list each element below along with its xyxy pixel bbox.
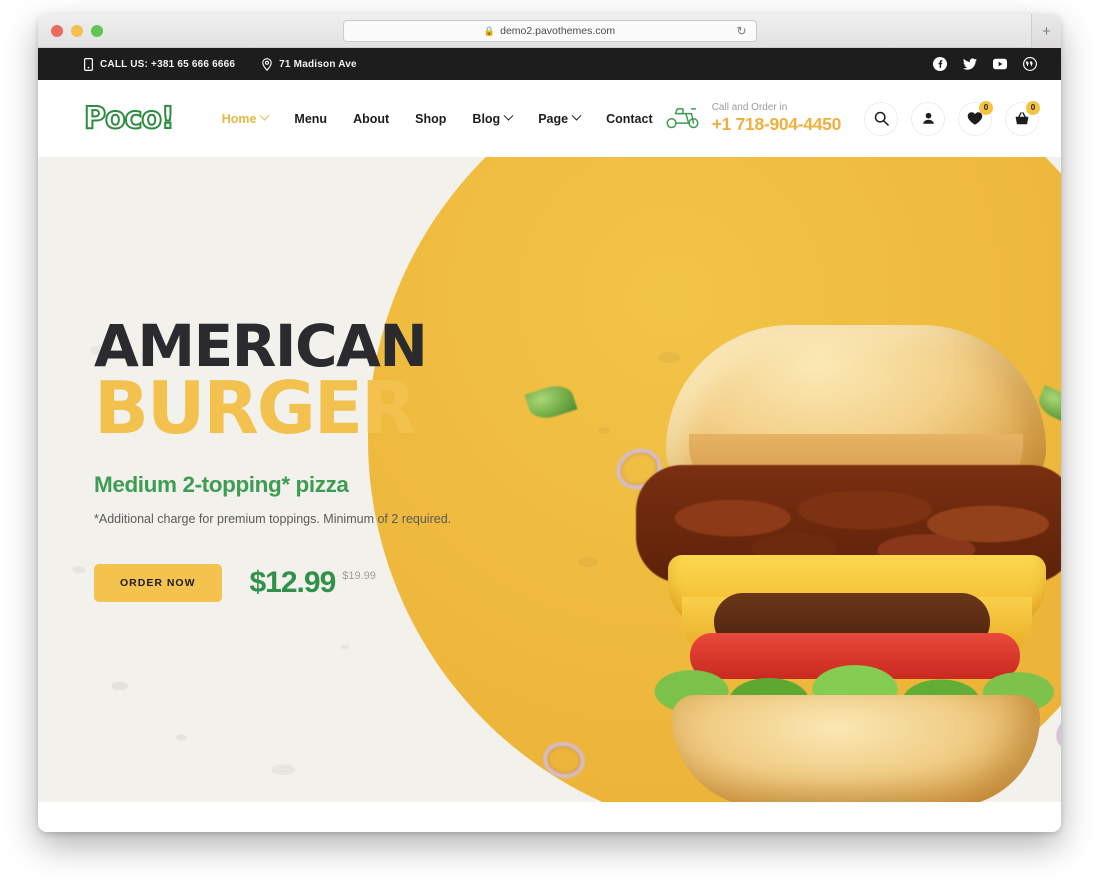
map-pin-icon xyxy=(262,57,272,71)
youtube-icon[interactable] xyxy=(993,57,1007,71)
minimize-window-button[interactable] xyxy=(71,24,83,37)
account-button[interactable] xyxy=(911,101,945,136)
mobile-phone-icon xyxy=(84,57,93,71)
site-logo[interactable]: Poco! xyxy=(83,102,176,134)
hero-cta-row: ORDER NOW $12.99 $19.99 xyxy=(94,564,564,603)
nav-item-about[interactable]: About xyxy=(353,112,389,126)
nav-label-menu: Menu xyxy=(294,111,328,126)
topbar-phone[interactable]: CALL US: +381 65 666 6666 xyxy=(84,57,236,71)
header-actions: Call and Order in +1 718-904-4450 0 0 xyxy=(664,100,1040,136)
topbar-phone-text: CALL US: +381 65 666 6666 xyxy=(100,58,236,70)
call-and-order-phone[interactable]: +1 718-904-4450 xyxy=(712,114,842,135)
hero-subtitle: Medium 2-topping* pizza xyxy=(94,472,349,498)
hero-price-original: $19.99 xyxy=(342,570,376,583)
wishlist-button[interactable]: 0 xyxy=(958,100,993,136)
burger-product-image xyxy=(618,297,1061,802)
user-account-icon xyxy=(921,111,936,126)
topbar-social-links xyxy=(933,57,1037,71)
chevron-down-icon xyxy=(259,110,270,121)
splatter-dot xyxy=(598,427,610,434)
nav-item-page[interactable]: Page xyxy=(538,110,582,126)
hero-title-line2: BURGER xyxy=(94,366,417,451)
nav-item-shop[interactable]: Shop xyxy=(415,112,446,126)
reload-icon[interactable]: ↻ xyxy=(736,25,746,37)
nav-label-contact: Contact xyxy=(606,111,653,126)
window-traffic-lights[interactable] xyxy=(51,24,103,37)
burger-bottom-bun xyxy=(672,695,1040,802)
hero-price-current: $12.99 xyxy=(249,566,337,600)
wishlist-count-badge: 0 xyxy=(979,100,993,115)
wordpress-icon[interactable] xyxy=(1023,57,1037,71)
search-icon xyxy=(874,111,889,126)
address-bar[interactable]: 🔒 demo2.pavothemes.com ↻ xyxy=(342,20,757,42)
maximize-window-button[interactable] xyxy=(91,24,103,37)
delivery-scooter-icon xyxy=(664,103,702,135)
nav-label-about: About xyxy=(353,111,390,126)
topbar-address[interactable]: 71 Madison Ave xyxy=(262,57,357,71)
main-navigation: Home Menu About Shop Blog Page Contact xyxy=(221,110,653,126)
nav-label-home: Home xyxy=(221,111,257,126)
cart-count-badge: 0 xyxy=(1026,100,1040,115)
nav-item-menu[interactable]: Menu xyxy=(294,112,327,126)
nav-label-page: Page xyxy=(538,111,569,126)
new-tab-button[interactable]: + xyxy=(1031,14,1061,48)
chevron-down-icon xyxy=(571,110,582,121)
call-and-order-block[interactable]: Call and Order in +1 718-904-4450 xyxy=(664,102,841,135)
browser-titlebar: 🔒 demo2.pavothemes.com ↻ + xyxy=(38,14,1061,48)
search-button[interactable] xyxy=(864,101,898,136)
topbar-contact-group: CALL US: +381 65 666 6666 71 Madison Ave xyxy=(84,57,357,71)
order-now-button[interactable]: ORDER NOW xyxy=(94,564,222,603)
page-viewport: CALL US: +381 65 666 6666 71 Madison Ave xyxy=(38,48,1061,832)
cart-button[interactable]: 0 xyxy=(1005,100,1040,136)
topbar-address-text: 71 Madison Ave xyxy=(279,58,357,70)
nav-label-blog: Blog xyxy=(472,111,501,126)
nav-item-contact[interactable]: Contact xyxy=(606,112,653,126)
splatter-dot xyxy=(578,557,598,567)
close-window-button[interactable] xyxy=(51,24,63,37)
call-text-block: Call and Order in +1 718-904-4450 xyxy=(711,102,842,135)
hero-content: AMERICAN BURGER Medium 2-topping* pizza … xyxy=(94,316,564,603)
page-footer-strip xyxy=(38,802,1061,832)
nav-label-shop: Shop xyxy=(415,111,447,126)
nav-item-blog[interactable]: Blog xyxy=(472,110,514,126)
lock-icon: 🔒 xyxy=(483,25,496,36)
nav-item-home[interactable]: Home xyxy=(221,110,270,126)
hero-banner: AMERICAN BURGER Medium 2-topping* pizza … xyxy=(38,157,1061,802)
call-and-order-label: Call and Order in xyxy=(711,102,788,113)
address-bar-url: demo2.pavothemes.com xyxy=(500,25,616,37)
facebook-icon[interactable] xyxy=(933,57,947,71)
hero-description: *Additional charge for premium toppings.… xyxy=(94,512,452,527)
twitter-icon[interactable] xyxy=(963,57,977,71)
hero-price-block: $12.99 $19.99 xyxy=(250,566,376,600)
site-topbar: CALL US: +381 65 666 6666 71 Madison Ave xyxy=(38,48,1061,80)
chevron-down-icon xyxy=(503,110,514,121)
browser-window: 🔒 demo2.pavothemes.com ↻ + CALL US: +381… xyxy=(38,14,1061,832)
site-header: Poco! Home Menu About Shop Blog Page Con… xyxy=(38,80,1061,157)
